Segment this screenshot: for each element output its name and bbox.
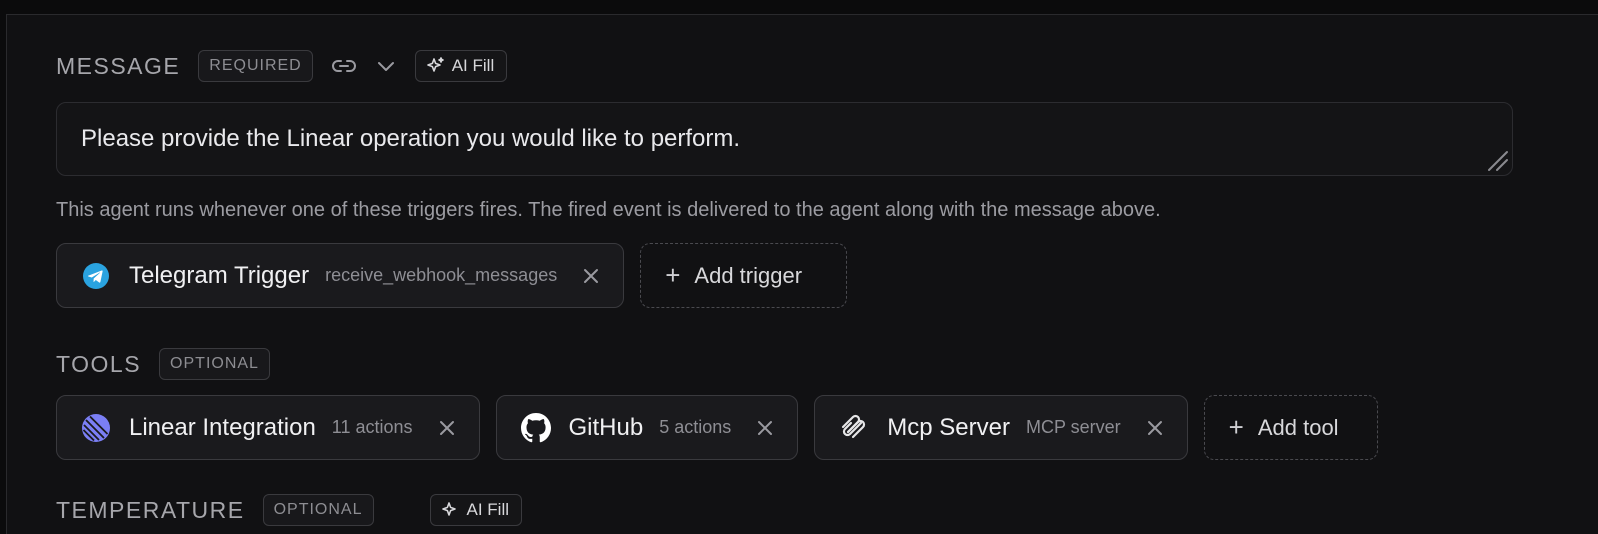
close-icon[interactable] (1143, 416, 1167, 440)
ai-fill-button[interactable]: AI Fill (414, 50, 508, 82)
ai-fill-label: AI Fill (466, 500, 510, 519)
close-icon[interactable] (579, 264, 603, 288)
temperature-header: TEMPERATURE OPTIONAL AI Fill (56, 494, 522, 526)
optional-badge: OPTIONAL (159, 348, 270, 380)
tool-subtitle: 11 actions (331, 417, 413, 437)
plus-icon: + (1228, 412, 1244, 442)
ai-fill-label: AI Fill (451, 56, 495, 75)
tool-subtitle: MCP server (1025, 417, 1121, 437)
message-label: MESSAGE (56, 52, 181, 79)
link-icon[interactable] (329, 51, 359, 81)
close-icon[interactable] (435, 416, 459, 440)
close-icon[interactable] (753, 416, 777, 440)
tool-title: Mcp Server (887, 413, 1010, 441)
temperature-label: TEMPERATURE (56, 496, 245, 523)
ai-fill-button[interactable]: AI Fill (429, 494, 522, 526)
trigger-subtitle: receive_webhook_messages (325, 265, 558, 285)
optional-badge: OPTIONAL (262, 494, 374, 526)
linear-icon (81, 413, 111, 443)
required-badge: REQUIRED (198, 50, 313, 82)
sparkle-icon (441, 502, 456, 516)
message-header: MESSAGE REQUIRED AI Fill (56, 49, 508, 83)
chevron-down-icon[interactable] (371, 51, 401, 81)
tool-chip-github[interactable]: GitHub 5 actions (495, 395, 799, 460)
tool-title: Linear Integration (129, 413, 316, 441)
plus-icon: + (665, 260, 681, 290)
message-value: Please provide the Linear operation you … (81, 125, 741, 152)
tool-chip-linear[interactable]: Linear Integration 11 actions (56, 395, 480, 460)
add-tool-label: Add tool (1257, 414, 1339, 440)
tools-label: TOOLS (56, 350, 142, 377)
tool-title: GitHub (568, 413, 644, 441)
trigger-list: Telegram Trigger receive_webhook_message… (56, 243, 848, 308)
triggers-helper-text: This agent runs whenever one of these tr… (56, 199, 1161, 221)
telegram-icon (81, 261, 111, 291)
tool-list: Linear Integration 11 actions GitHub 5 a… (56, 395, 1378, 460)
resize-grip-icon[interactable] (1483, 146, 1509, 172)
add-tool-button[interactable]: + Add tool (1203, 395, 1378, 460)
message-input[interactable]: Please provide the Linear operation you … (56, 102, 1513, 176)
tool-subtitle: 5 actions (659, 417, 732, 437)
add-trigger-label: Add trigger (694, 262, 803, 288)
add-trigger-button[interactable]: + Add trigger (640, 243, 848, 308)
github-icon (520, 412, 551, 443)
tool-chip-mcp[interactable]: Mcp Server MCP server (814, 395, 1188, 460)
sparkle-icon (426, 57, 444, 72)
trigger-title: Telegram Trigger (129, 261, 310, 289)
mcp-icon (839, 413, 869, 443)
trigger-chip-telegram[interactable]: Telegram Trigger receive_webhook_message… (56, 243, 625, 308)
tools-header: TOOLS OPTIONAL (56, 347, 270, 381)
